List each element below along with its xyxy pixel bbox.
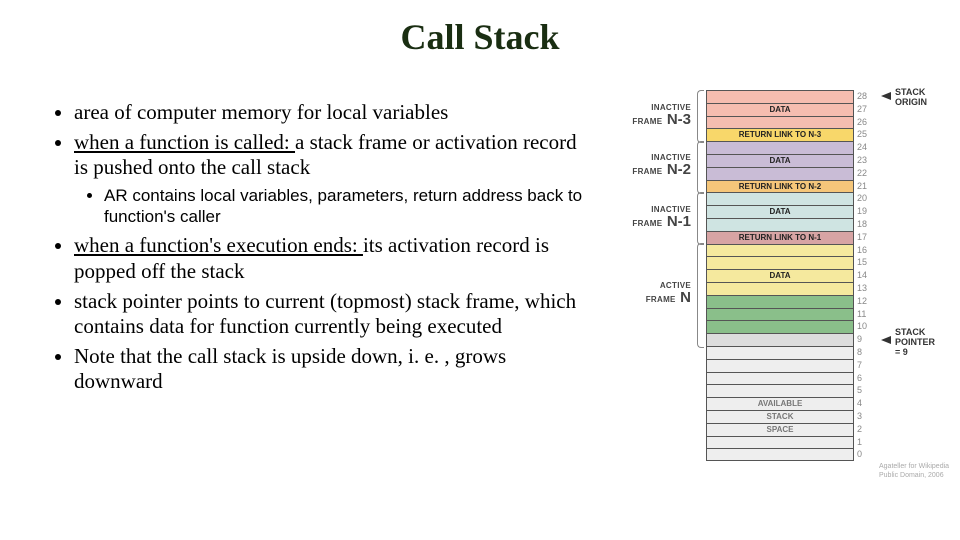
stack-row: STACK bbox=[706, 410, 854, 423]
row-index: 20 bbox=[857, 192, 879, 205]
annotation-origin: STACK ORIGIN bbox=[895, 88, 927, 108]
row-index: 17 bbox=[857, 231, 879, 244]
stack-row bbox=[706, 282, 854, 295]
brace bbox=[697, 192, 704, 245]
row-index: 2 bbox=[857, 423, 879, 436]
arrow-icon bbox=[881, 92, 891, 100]
stack-row bbox=[706, 90, 854, 103]
stack-row: AVAILABLE bbox=[706, 397, 854, 410]
row-indices: 2827262524232221201918171615141312111098… bbox=[857, 90, 879, 461]
row-index: 12 bbox=[857, 295, 879, 308]
stack-row bbox=[706, 192, 854, 205]
bullet: when a function's execution ends: its ac… bbox=[74, 233, 588, 284]
stack-row bbox=[706, 167, 854, 180]
stack-row: RETURN LINK TO N-3 bbox=[706, 128, 854, 141]
slide: Call Stack area of computer memory for l… bbox=[0, 0, 960, 540]
sub-bullet: AR contains local variables, parameters,… bbox=[104, 185, 588, 228]
row-index: 21 bbox=[857, 180, 879, 193]
stack-row bbox=[706, 320, 854, 333]
stack-row bbox=[706, 372, 854, 385]
annotation-sp: STACK POINTER = 9 bbox=[895, 328, 935, 358]
row-index: 9 bbox=[857, 333, 879, 346]
bullet-lead: when a function's execution ends: bbox=[74, 233, 363, 257]
row-index: 18 bbox=[857, 218, 879, 231]
stack-row bbox=[706, 436, 854, 449]
bullet: stack pointer points to current (topmost… bbox=[74, 289, 588, 340]
row-index: 7 bbox=[857, 359, 879, 372]
frame-label: ACTIVE FRAME N bbox=[601, 282, 691, 306]
row-index: 27 bbox=[857, 103, 879, 116]
row-index: 3 bbox=[857, 410, 879, 423]
stack-row bbox=[706, 308, 854, 321]
stack-row bbox=[706, 256, 854, 269]
row-index: 24 bbox=[857, 141, 879, 154]
frame-label: INACTIVE FRAME N-2 bbox=[601, 154, 691, 178]
row-index: 13 bbox=[857, 282, 879, 295]
stack-row bbox=[706, 218, 854, 231]
stack-row: DATA bbox=[706, 205, 854, 218]
stack-row: SPACE bbox=[706, 423, 854, 436]
row-index: 8 bbox=[857, 346, 879, 359]
bullet: when a function is called: a stack frame… bbox=[74, 130, 588, 228]
stack-row bbox=[706, 448, 854, 461]
row-index: 25 bbox=[857, 128, 879, 141]
stack-row bbox=[706, 333, 854, 346]
stack-row bbox=[706, 359, 854, 372]
stack-row: DATA bbox=[706, 269, 854, 282]
content-body: area of computer memory for local variab… bbox=[48, 100, 588, 399]
row-index: 5 bbox=[857, 384, 879, 397]
stack-row bbox=[706, 295, 854, 308]
row-index: 22 bbox=[857, 167, 879, 180]
stack-diagram: DATA RETURN LINK TO N-3 DATA RETURN LINK TO… bbox=[601, 90, 956, 490]
stack-row: RETURN LINK TO N-1 bbox=[706, 231, 854, 244]
stack-rows: DATA RETURN LINK TO N-3 DATA RETURN LINK TO… bbox=[706, 90, 854, 461]
stack-row bbox=[706, 384, 854, 397]
brace bbox=[697, 243, 704, 348]
bullet-lead: when a function is called: bbox=[74, 130, 295, 154]
row-index: 6 bbox=[857, 372, 879, 385]
stack-row: RETURN LINK TO N-2 bbox=[706, 180, 854, 193]
frame-label: INACTIVE FRAME N-3 bbox=[601, 104, 691, 128]
stack-row bbox=[706, 141, 854, 154]
stack-row: DATA bbox=[706, 103, 854, 116]
slide-title: Call Stack bbox=[0, 16, 960, 58]
row-index: 1 bbox=[857, 436, 879, 449]
stack-row: DATA bbox=[706, 154, 854, 167]
brace bbox=[697, 141, 704, 194]
row-index: 14 bbox=[857, 269, 879, 282]
row-index: 19 bbox=[857, 205, 879, 218]
row-index: 0 bbox=[857, 448, 879, 461]
image-credit: Agateller for Wikipedia bbox=[879, 463, 949, 471]
stack-row bbox=[706, 244, 854, 257]
brace bbox=[697, 90, 704, 143]
image-credit: Public Domain, 2006 bbox=[879, 472, 944, 480]
stack-row bbox=[706, 116, 854, 129]
row-index: 10 bbox=[857, 320, 879, 333]
stack-row bbox=[706, 346, 854, 359]
row-index: 26 bbox=[857, 116, 879, 129]
row-index: 28 bbox=[857, 90, 879, 103]
row-index: 11 bbox=[857, 308, 879, 321]
row-index: 23 bbox=[857, 154, 879, 167]
row-index: 15 bbox=[857, 256, 879, 269]
bullet: area of computer memory for local variab… bbox=[74, 100, 588, 126]
frame-label: INACTIVE FRAME N-1 bbox=[601, 206, 691, 230]
row-index: 16 bbox=[857, 244, 879, 257]
bullet: Note that the call stack is upside down,… bbox=[74, 344, 588, 395]
row-index: 4 bbox=[857, 397, 879, 410]
arrow-icon bbox=[881, 336, 891, 344]
